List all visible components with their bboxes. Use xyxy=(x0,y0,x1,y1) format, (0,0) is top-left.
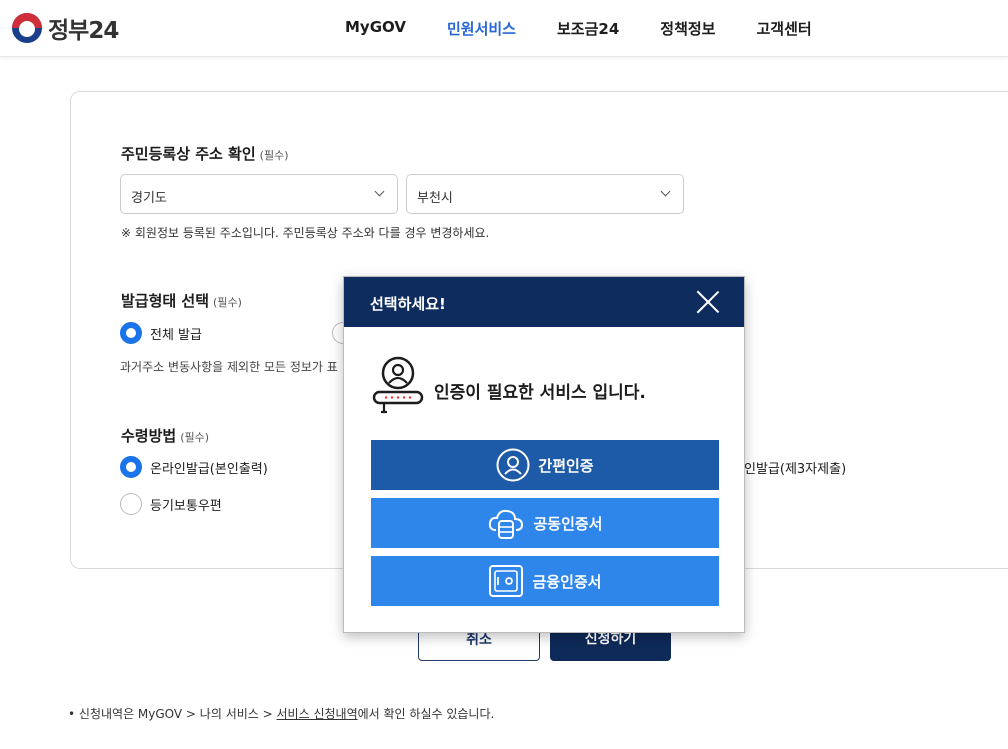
cloud-database-icon xyxy=(489,509,524,539)
address-section-title: 주민등록상 주소 확인 (필수) xyxy=(121,143,288,164)
nav-subsidy[interactable]: 보조금24 xyxy=(557,18,619,39)
financial-certificate-button[interactable]: 금융인증서 xyxy=(371,556,719,606)
simple-auth-label: 간편인증 xyxy=(538,456,594,475)
logo-text: 정부24 xyxy=(48,18,119,44)
close-icon[interactable] xyxy=(696,290,720,314)
nav-civil-service[interactable]: 민원서비스 xyxy=(447,18,516,39)
radio-receive-mail-label: 등기보통우편 xyxy=(150,498,222,514)
auth-select-modal: 선택하세요! 인증이 필요한 서비스 입니다. 간편인증 공동인증서 금융인증서 xyxy=(343,276,745,633)
simple-auth-button[interactable]: 간편인증 xyxy=(371,440,719,490)
radio-selected-icon[interactable] xyxy=(120,322,142,344)
joint-certificate-button[interactable]: 공동인증서 xyxy=(371,498,719,548)
province-value: 경기도 xyxy=(131,191,167,206)
required-mark: (필수) xyxy=(180,431,210,444)
address-note: ※ 회원정보 등록된 주소입니다. 주민등록상 주소와 다를 경우 변경하세요. xyxy=(121,226,490,240)
radio-issue-all-label: 전체 발급 xyxy=(150,327,202,343)
footer-text-post: 에서 확인 하실수 있습니다. xyxy=(357,707,495,721)
city-value: 부천시 xyxy=(417,191,453,206)
address-title-text: 주민등록상 주소 확인 xyxy=(121,145,256,163)
taegeuk-logo-icon xyxy=(12,13,42,43)
chevron-down-icon xyxy=(660,186,671,197)
simple-auth-icon xyxy=(496,448,530,482)
bullet: • xyxy=(68,707,76,721)
nav-customer-center[interactable]: 고객센터 xyxy=(756,18,811,39)
province-select[interactable]: 경기도 xyxy=(120,174,398,214)
nav-policy[interactable]: 정책정보 xyxy=(660,18,715,39)
radio-receive-online[interactable]: 온라인발급(본인출력) xyxy=(120,456,268,478)
radio-receive-third-party[interactable]: 인발급(제3자제출) xyxy=(744,458,846,477)
joint-certificate-label: 공동인증서 xyxy=(533,514,603,533)
issue-type-description: 과거주소 변동사항을 제외한 모든 정보가 표 xyxy=(120,360,338,374)
modal-title: 선택하세요! xyxy=(370,295,446,313)
radio-receive-online-label: 온라인발급(본인출력) xyxy=(150,461,268,477)
issue-type-title-text: 발급형태 선택 xyxy=(121,292,210,310)
site-header: 정부24 MyGOV 민원서비스 보조금24 정책정보 고객센터 xyxy=(0,0,1008,57)
city-select[interactable]: 부천시 xyxy=(406,174,684,214)
receive-title-text: 수령방법 xyxy=(121,427,177,445)
radio-issue-all[interactable]: 전체 발급 xyxy=(120,322,202,344)
receive-section-title: 수령방법 (필수) xyxy=(121,425,209,446)
footer-note: • 신청내역은 MyGOV > 나의 서비스 > 서비스 신청내역에서 확인 하… xyxy=(68,705,494,722)
required-mark: (필수) xyxy=(259,149,289,162)
financial-certificate-label: 금융인증서 xyxy=(532,572,602,591)
radio-selected-icon[interactable] xyxy=(120,456,142,478)
radio-receive-third-party-label: 인발급(제3자제출) xyxy=(744,462,847,477)
nav-mygov[interactable]: MyGOV xyxy=(345,18,406,39)
user-certificate-icon xyxy=(372,356,424,414)
issue-type-section-title: 발급형태 선택 (필수) xyxy=(121,290,242,311)
modal-message: 인증이 필요한 서비스 입니다. xyxy=(434,383,646,403)
modal-header: 선택하세요! xyxy=(344,277,744,327)
main-nav: MyGOV 민원서비스 보조금24 정책정보 고객센터 xyxy=(345,18,853,39)
chevron-down-icon xyxy=(374,186,385,197)
footer-text-pre: 신청내역은 MyGOV > 나의 서비스 > xyxy=(78,707,277,721)
radio-unselected-icon[interactable] xyxy=(120,493,142,515)
required-mark: (필수) xyxy=(213,296,242,309)
service-history-link[interactable]: 서비스 신청내역 xyxy=(277,707,358,721)
radio-receive-mail[interactable]: 등기보통우편 xyxy=(120,493,222,515)
safe-icon xyxy=(489,565,524,597)
logo[interactable]: 정부24 xyxy=(12,11,119,45)
